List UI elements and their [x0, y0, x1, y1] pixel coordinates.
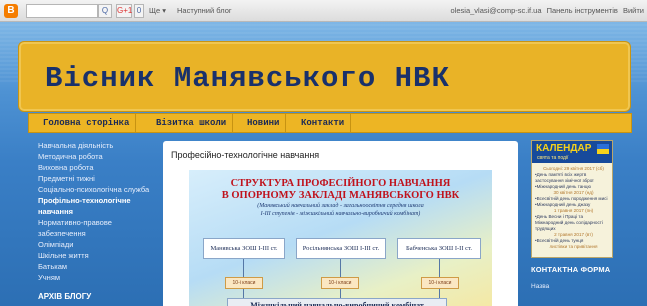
scheme-class-1: 10-і класи: [225, 277, 263, 289]
nav-item-school-life[interactable]: Шкільне життя: [38, 250, 158, 261]
navbar-search-input[interactable]: [26, 4, 98, 18]
nav-item-psychology[interactable]: Соціально-психологічна служба: [38, 184, 158, 195]
scheme-connector: [340, 259, 341, 277]
nav-item-subject-weeks[interactable]: Предметні тижні: [38, 173, 158, 184]
scheme-title-line1: СТРУКТУРА ПРОФЕСІЙНОГО НАВЧАННЯ: [230, 178, 451, 189]
ukraine-flag-icon: [597, 144, 609, 154]
scheme-subtitle-line2: І-ІІІ ступенів - міжшкільний навчально-в…: [260, 211, 421, 217]
sign-out-link[interactable]: Вийти: [623, 6, 644, 15]
calendar-title: КАЛЕНДАР: [536, 143, 592, 154]
blog-title[interactable]: Вісник Манявського НВК: [45, 62, 450, 95]
post-container: Професійно-технологічне навчання СТРУКТУ…: [163, 141, 518, 306]
next-blog-link[interactable]: Наступний блог: [177, 6, 232, 15]
structure-scheme-image: СТРУКТУРА ПРОФЕСІЙНОГО НАВЧАННЯ В ОПОРНО…: [189, 170, 492, 306]
scheme-subtitle-line1: (Манявський навчальний заклад - загально…: [257, 203, 424, 209]
calendar-event[interactable]: •День пам'яті всіх жертв застосування хі…: [535, 172, 612, 184]
scheme-combine-box: Міжшкільний навчально-виробничий комбіна…: [227, 298, 447, 306]
scheme-connector: [243, 289, 244, 298]
scheme-class-2: 10-і класи: [321, 277, 359, 289]
nav-item-students[interactable]: Учням: [38, 272, 158, 283]
calendar-subtitle: свята та події: [537, 155, 569, 161]
scheme-connector: [243, 259, 244, 277]
nav-item-upbringing[interactable]: Виховна робота: [38, 162, 158, 173]
scheme-connector: [340, 289, 341, 298]
navbar-search-button[interactable]: Q: [98, 4, 112, 18]
plus-one-count: 0: [134, 4, 144, 18]
scheme-class-3: 10-і класи: [421, 277, 459, 289]
blog-header: Вісник Манявського НВК: [18, 41, 631, 112]
contact-form-name-label: Назва: [531, 283, 550, 290]
tab-home[interactable]: Головна сторінка: [37, 114, 137, 132]
share-menu[interactable]: Ще ▾: [149, 6, 166, 15]
nav-item-vocational[interactable]: Профільно-технологічне навчання: [38, 195, 158, 217]
tab-news[interactable]: Новини: [241, 114, 287, 132]
nav-item-legal[interactable]: Нормативно-правове забезпечення: [38, 217, 158, 239]
calendar-header: КАЛЕНДАР свята та події: [532, 141, 612, 163]
page-tabs: Головна сторінка Візитка школи Новини Ко…: [28, 113, 632, 133]
blogger-navbar: B Q G+1 0 Ще ▾ Наступний блог olesia_vla…: [0, 0, 647, 22]
dashboard-link[interactable]: Панель інструментів: [547, 6, 618, 15]
google-plus-button[interactable]: G+1: [116, 4, 132, 18]
navbar-user-area: olesia_vlasi@comp-sc.if.ua Панель інстру…: [448, 6, 644, 15]
nav-item-olympiads[interactable]: Олімпіади: [38, 239, 158, 250]
nav-item-parents[interactable]: Батькам: [38, 261, 158, 272]
calendar-events: Сьогодні: 29 квітня 2017 (сб) •День пам'…: [535, 166, 612, 250]
left-sidebar-nav: Навчальна діяльність Методична робота Ви…: [38, 140, 158, 283]
calendar-widget[interactable]: КАЛЕНДАР свята та події Сьогодні: 29 кві…: [531, 140, 613, 258]
scheme-connector: [439, 289, 440, 298]
calendar-greetings-link[interactable]: листівки та привітання: [535, 244, 612, 250]
user-email: olesia_vlasi@comp-sc.if.ua: [450, 6, 542, 15]
post-title[interactable]: Професійно-технологічне навчання: [171, 150, 319, 160]
scheme-connector: [439, 259, 440, 277]
calendar-event[interactable]: •День Весни і Праці та Міжнародний день …: [535, 214, 612, 232]
nav-item-methodics[interactable]: Методична робота: [38, 151, 158, 162]
contact-form-title: КОНТАКТНА ФОРМА: [531, 265, 611, 274]
blogger-logo-icon[interactable]: B: [4, 4, 18, 18]
nav-item-study[interactable]: Навчальна діяльність: [38, 140, 158, 151]
scheme-school-3: Бабченська ЗОШ І-ІІ ст.: [397, 238, 481, 259]
scheme-title-line2: В ОПОРНОМУ ЗАКЛАДІ МАНЯВСЬКОГО НВК: [221, 190, 460, 201]
tab-school-card[interactable]: Візитка школи: [150, 114, 234, 132]
scheme-school-1: Манявська ЗОШ І-ІІІ ст.: [203, 238, 285, 259]
scheme-school-2: Росільнянська ЗОШ І-ІІІ ст.: [296, 238, 386, 259]
tab-contacts[interactable]: Контакти: [295, 114, 352, 132]
archive-title: АРХІВ БЛОГУ: [38, 292, 92, 301]
